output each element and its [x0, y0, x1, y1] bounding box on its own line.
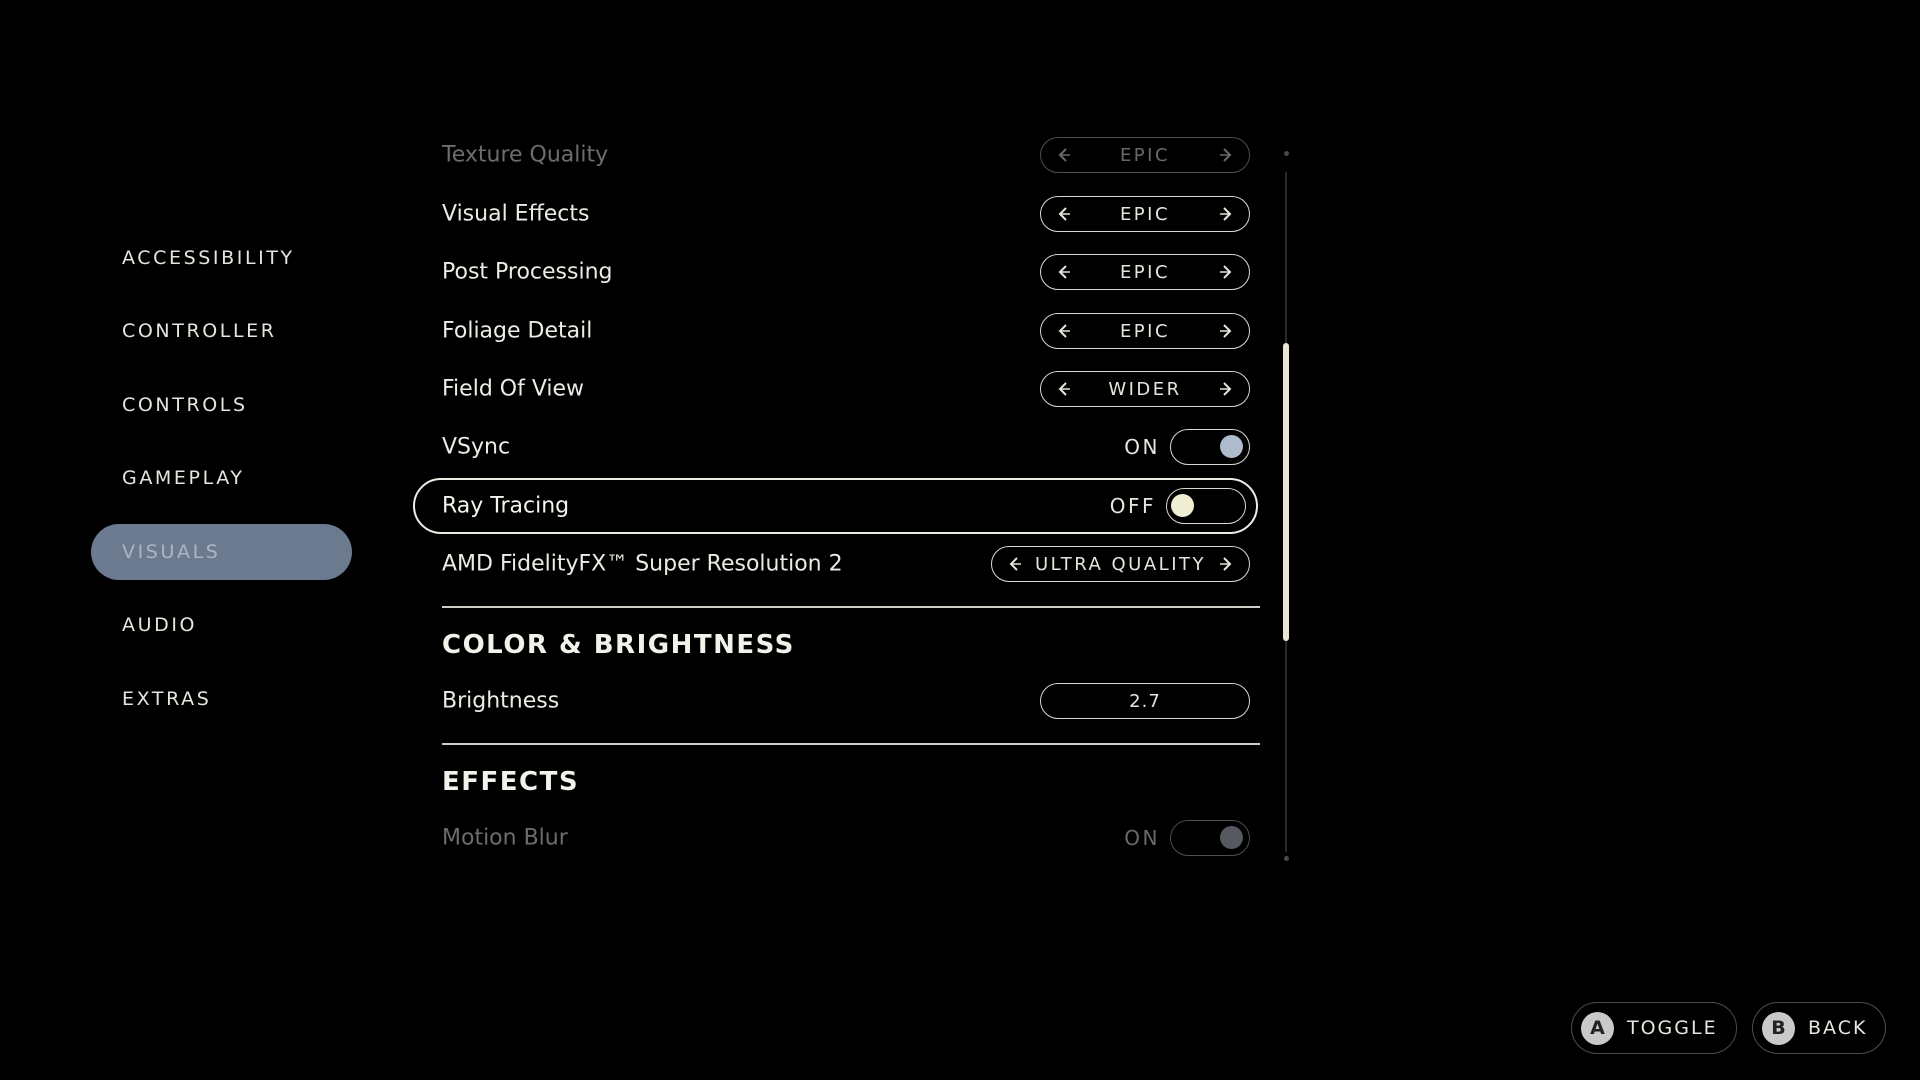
ray-tracing-toggle-group: OFF	[1110, 488, 1246, 524]
setting-row-ray-tracing[interactable]: Ray Tracing OFF	[413, 478, 1258, 534]
toggle-knob	[1220, 435, 1243, 458]
setting-row-visual-effects[interactable]: Visual Effects EPIC	[442, 185, 1250, 243]
ray-tracing-toggle[interactable]	[1166, 488, 1246, 524]
back-hint-button[interactable]: B BACK	[1752, 1002, 1887, 1054]
sidebar-item-accessibility[interactable]: ACCESSIBILITY	[91, 230, 352, 286]
setting-value: WIDER	[1108, 378, 1182, 400]
sidebar-item-controller[interactable]: CONTROLLER	[91, 303, 352, 359]
chevron-right-icon[interactable]	[1215, 378, 1237, 400]
setting-row-fsr[interactable]: AMD FidelityFX™ Super Resolution 2 ULTRA…	[442, 535, 1250, 593]
chevron-right-icon[interactable]	[1215, 261, 1237, 283]
setting-label: Brightness	[442, 688, 560, 714]
section-divider	[442, 606, 1260, 608]
toggle-knob	[1220, 826, 1243, 849]
chevron-left-icon[interactable]	[1053, 320, 1075, 342]
motion-blur-toggle[interactable]	[1170, 820, 1250, 856]
chevron-right-icon[interactable]	[1215, 203, 1237, 225]
toggle-knob	[1171, 494, 1194, 517]
foliage-detail-selector[interactable]: EPIC	[1040, 313, 1250, 349]
setting-row-post-processing[interactable]: Post Processing EPIC	[442, 243, 1250, 301]
chevron-right-icon[interactable]	[1215, 144, 1237, 166]
chevron-left-icon[interactable]	[1053, 144, 1075, 166]
motion-blur-toggle-group: ON	[1124, 820, 1250, 856]
sidebar-item-gameplay[interactable]: GAMEPLAY	[91, 450, 352, 506]
scrollbar-top-dot	[1284, 151, 1289, 156]
visual-effects-selector[interactable]: EPIC	[1040, 196, 1250, 232]
toggle-hint-button[interactable]: A TOGGLE	[1571, 1002, 1737, 1054]
setting-value: EPIC	[1119, 203, 1171, 225]
brightness-value[interactable]: 2.7	[1040, 683, 1250, 719]
setting-row-foliage-detail[interactable]: Foliage Detail EPIC	[442, 302, 1250, 360]
scrollbar-thumb[interactable]	[1283, 343, 1289, 641]
sidebar-item-visuals[interactable]: VISUALS	[91, 524, 352, 580]
chevron-left-icon[interactable]	[1053, 378, 1075, 400]
toggle-state-text: ON	[1124, 435, 1160, 459]
setting-label: Texture Quality	[442, 142, 609, 168]
setting-value: ULTRA QUALITY	[1034, 553, 1206, 575]
section-divider	[442, 743, 1260, 745]
setting-label: AMD FidelityFX™ Super Resolution 2	[442, 551, 843, 577]
setting-row-brightness[interactable]: Brightness 2.7	[442, 672, 1250, 730]
setting-label: Post Processing	[442, 259, 613, 285]
chevron-right-icon[interactable]	[1215, 320, 1237, 342]
setting-label: Ray Tracing	[442, 493, 570, 519]
fsr-selector[interactable]: ULTRA QUALITY	[991, 546, 1250, 582]
setting-row-vsync[interactable]: VSync ON	[442, 418, 1250, 476]
hint-label: TOGGLE	[1627, 1017, 1718, 1039]
chevron-left-icon[interactable]	[1053, 203, 1075, 225]
setting-row-texture-quality[interactable]: Texture Quality EPIC	[442, 126, 1250, 184]
setting-value: EPIC	[1119, 320, 1171, 342]
section-title-color-brightness: COLOR & BRIGHTNESS	[442, 630, 795, 660]
setting-label: Motion Blur	[442, 825, 568, 851]
a-button-icon: A	[1581, 1011, 1614, 1045]
setting-row-motion-blur[interactable]: Motion Blur ON	[442, 809, 1250, 867]
hint-label: BACK	[1808, 1017, 1868, 1039]
chevron-right-icon[interactable]	[1215, 553, 1237, 575]
setting-label: Field Of View	[442, 376, 585, 402]
section-title-effects: EFFECTS	[442, 767, 580, 797]
sidebar-item-audio[interactable]: AUDIO	[91, 597, 352, 653]
chevron-left-icon[interactable]	[1053, 261, 1075, 283]
setting-row-field-of-view[interactable]: Field Of View WIDER	[442, 360, 1250, 418]
setting-value: EPIC	[1119, 261, 1171, 283]
toggle-state-text: OFF	[1109, 494, 1156, 518]
scrollbar-bottom-dot	[1284, 856, 1289, 861]
chevron-left-icon[interactable]	[1004, 553, 1026, 575]
setting-label: Visual Effects	[442, 201, 590, 227]
sidebar-item-controls[interactable]: CONTROLS	[91, 377, 352, 433]
texture-quality-selector[interactable]: EPIC	[1040, 137, 1250, 173]
setting-value: EPIC	[1119, 144, 1171, 166]
b-button-icon: B	[1762, 1011, 1795, 1045]
post-processing-selector[interactable]: EPIC	[1040, 254, 1250, 290]
sidebar-item-extras[interactable]: EXTRAS	[91, 671, 352, 727]
vsync-toggle[interactable]	[1170, 429, 1250, 465]
setting-label: Foliage Detail	[442, 318, 593, 344]
toggle-state-text: ON	[1124, 826, 1160, 850]
setting-label: VSync	[442, 434, 511, 460]
vsync-toggle-group: ON	[1124, 429, 1250, 465]
field-of-view-selector[interactable]: WIDER	[1040, 371, 1250, 407]
